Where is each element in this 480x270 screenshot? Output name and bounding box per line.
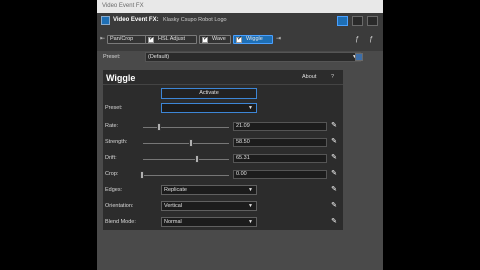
remove-fx-icon[interactable]: ƒ [369, 36, 373, 43]
title-bar: Video Event FX [97, 0, 383, 13]
crop-slider-track[interactable] [143, 175, 229, 176]
blend-mode-label: Blend Mode: [105, 219, 136, 225]
fx-chain-label: Wave [212, 36, 226, 42]
drift-value-text: 65.31 [236, 155, 250, 161]
activate-label: Activate [199, 90, 219, 96]
fx-chain-wiggle[interactable]: Wiggle [233, 35, 273, 44]
activate-button[interactable]: Activate [161, 88, 257, 99]
edges-label: Edges: [105, 187, 123, 193]
chevron-down-icon: ▼ [248, 219, 253, 225]
orientation-label: Orientation: [105, 203, 134, 209]
drift-value[interactable]: 65.31 [233, 154, 327, 163]
drift-slider-track[interactable] [143, 159, 229, 160]
fx-chain-label: Pan/Crop [110, 36, 134, 42]
chevron-down-icon: ▼ [248, 187, 253, 193]
blend-mode-keyframe-icon[interactable]: ✎ [330, 218, 338, 226]
crop-keyframe-icon[interactable]: ✎ [330, 170, 338, 178]
orientation-keyframe-icon[interactable]: ✎ [330, 202, 338, 210]
fx-chain-wave[interactable]: Wave [199, 35, 231, 44]
strength-value[interactable]: 58.50 [233, 138, 327, 147]
drift-keyframe-icon[interactable]: ✎ [330, 154, 338, 162]
fx-chain-label: Wiggle [246, 36, 263, 42]
orientation-value: Vertical [164, 203, 183, 209]
blend-mode-value: Normal [164, 219, 182, 225]
rate-slider-track[interactable] [143, 127, 229, 128]
layout-view-button[interactable] [337, 16, 348, 26]
about-link[interactable]: About [302, 74, 316, 80]
strength-slider-track[interactable] [143, 143, 229, 144]
header-preset-value: (Default) [148, 54, 170, 60]
pan-crop-icon: ⇤ [100, 36, 106, 42]
strength-keyframe-icon[interactable]: ✎ [330, 138, 338, 146]
header-title: Video Event FX: [113, 17, 159, 23]
checkbox-icon[interactable] [148, 36, 154, 43]
rate-label: Rate: [105, 123, 119, 129]
plugin-title: Wiggle [106, 73, 136, 83]
header-preset-dropdown[interactable]: (Default) ▼ [145, 52, 361, 62]
grid-view-button[interactable] [367, 16, 378, 26]
plugin-preset-label: Preset: [105, 105, 123, 111]
edges-keyframe-icon[interactable]: ✎ [330, 186, 338, 194]
drift-label: Drift: [105, 155, 117, 161]
crop-label: Crop: [105, 171, 119, 177]
edges-value: Replicate [164, 187, 187, 193]
crop-value-text: 0.00 [236, 171, 247, 177]
checkbox-icon[interactable] [236, 36, 242, 43]
window-title: Video Event FX [102, 3, 144, 9]
fx-header: Video Event FX: Klasky Csupo Robot Logo … [97, 13, 383, 51]
rate-slider-knob[interactable] [157, 123, 161, 131]
help-button[interactable]: ? [331, 74, 334, 80]
crop-value[interactable]: 0.00 [233, 170, 327, 179]
fx-chain-hsl-adjust[interactable]: HSL Adjust [145, 35, 197, 44]
orientation-dropdown[interactable]: Vertical ▼ [161, 201, 257, 211]
rate-value-text: 21.09 [236, 123, 250, 129]
strength-label: Strength: [105, 139, 128, 145]
wiggle-panel: Wiggle About ? Activate Preset: ▼ Rate: … [103, 70, 343, 230]
save-preset-icon[interactable] [355, 53, 363, 61]
fx-plugin-icon[interactable]: ƒ [355, 36, 359, 43]
checkbox-icon[interactable] [202, 36, 208, 43]
rate-keyframe-icon[interactable]: ✎ [330, 122, 338, 130]
strength-value-text: 58.50 [236, 139, 250, 145]
rate-value[interactable]: 21.09 [233, 122, 327, 131]
fx-chain-label: HSL Adjust [158, 36, 186, 42]
chain-arrow-icon: ⇥ [276, 36, 282, 42]
strength-slider-knob[interactable] [189, 139, 193, 147]
preset-label: Preset: [103, 54, 121, 60]
plugin-preset-dropdown[interactable]: ▼ [161, 103, 257, 113]
fx-icon [101, 16, 110, 25]
fx-chain-pan-crop[interactable]: Pan/Crop [107, 35, 147, 44]
edges-dropdown[interactable]: Replicate ▼ [161, 185, 257, 195]
blend-mode-dropdown[interactable]: Normal ▼ [161, 217, 257, 227]
chain-view-button[interactable] [352, 16, 363, 26]
header-subtitle: Klasky Csupo Robot Logo [163, 17, 227, 23]
chevron-down-icon: ▼ [248, 105, 253, 111]
drift-slider-knob[interactable] [195, 155, 199, 163]
crop-slider-knob[interactable] [140, 171, 144, 179]
divider [103, 84, 343, 85]
video-event-fx-window: Video Event FX Video Event FX: Klasky Cs… [97, 0, 383, 270]
chevron-down-icon: ▼ [248, 203, 253, 209]
